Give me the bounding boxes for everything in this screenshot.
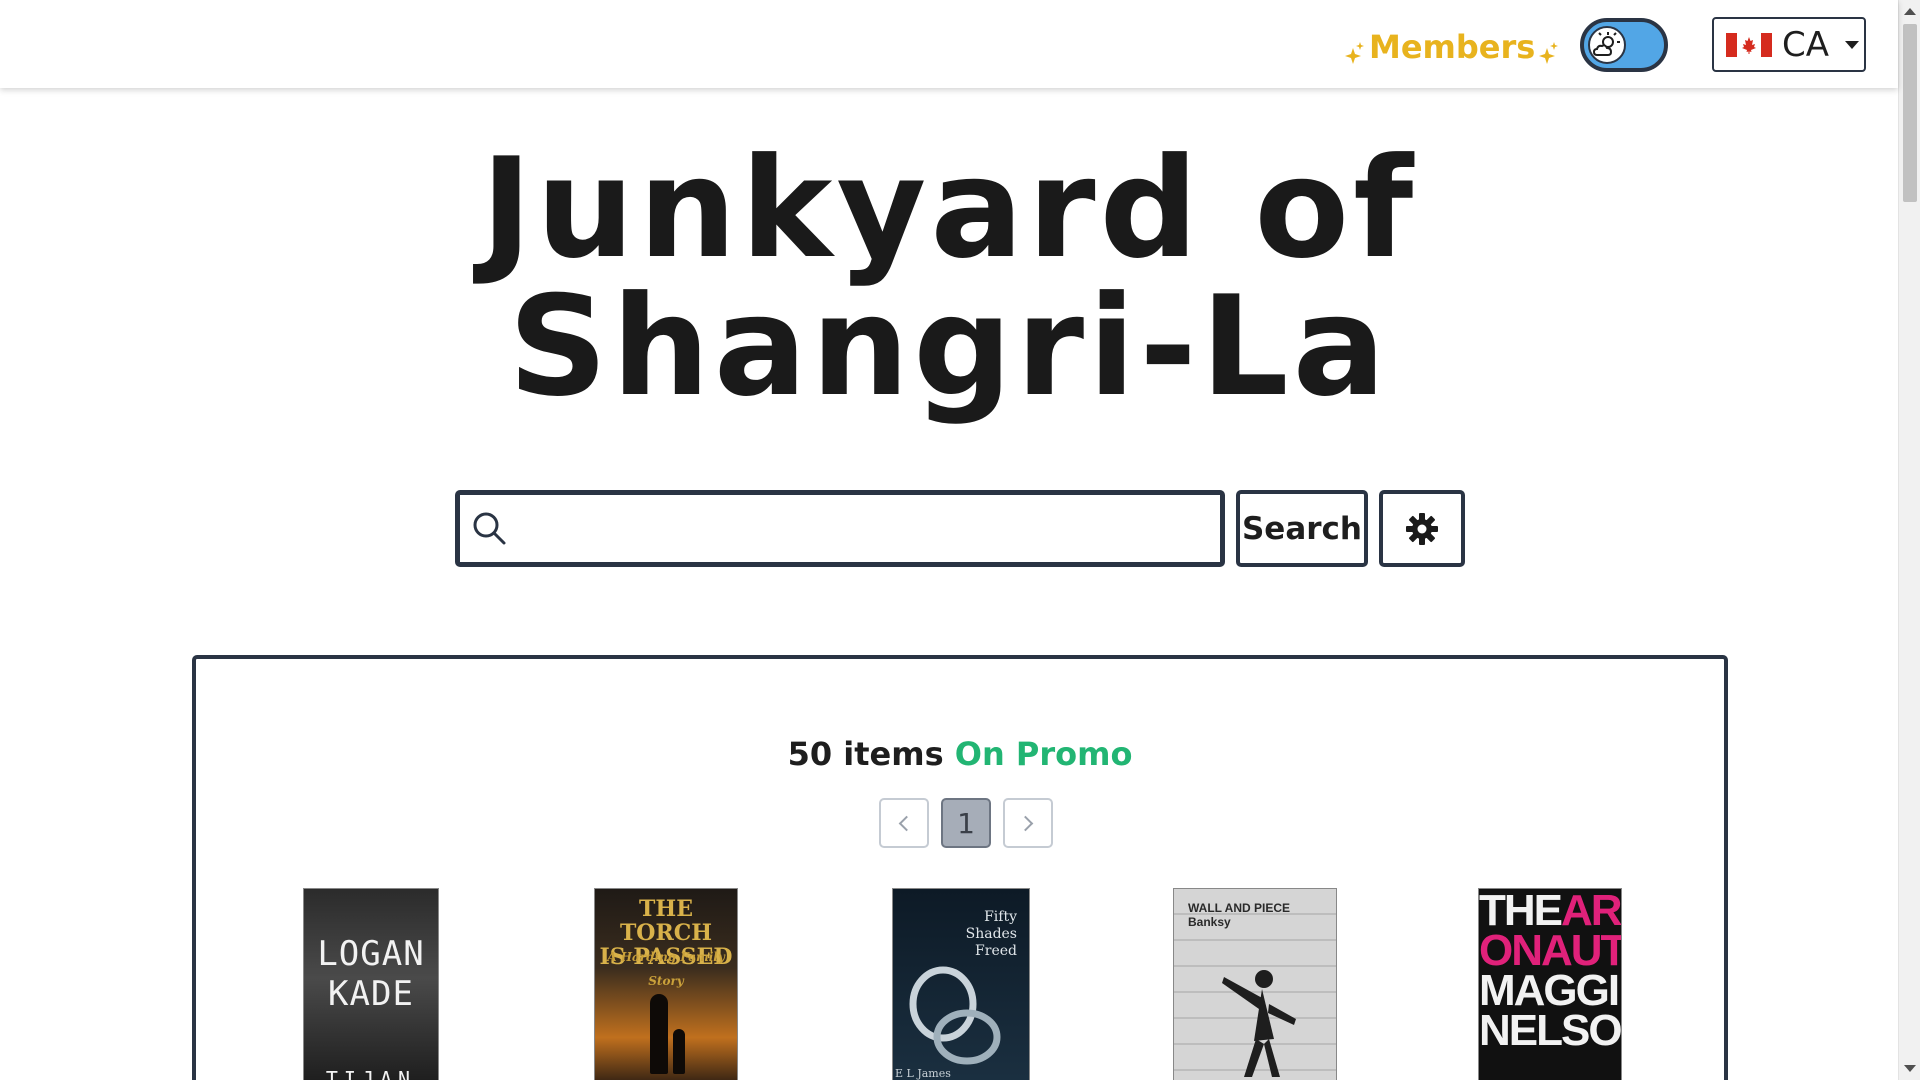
scroll-down-arrow-icon[interactable]	[1904, 1065, 1916, 1072]
toggle-knob	[1588, 26, 1626, 64]
book-cover-title: Fifty Shades Freed	[965, 909, 1017, 959]
sparkle-icon	[1345, 42, 1364, 64]
next-page-button[interactable]	[1003, 798, 1053, 848]
sparkle-icon	[1539, 42, 1559, 64]
page-scrollbar[interactable]	[1898, 0, 1920, 1080]
top-navigation-bar: Members CA	[0, 0, 1898, 88]
site-title: Junkyard of Shangri-La	[0, 140, 1898, 416]
pagination: 1	[879, 798, 1053, 848]
search-box	[455, 490, 1225, 567]
promo-accent: On Promo	[954, 735, 1133, 773]
theme-toggle[interactable]	[1580, 18, 1668, 72]
flower-thrower-figure	[1222, 970, 1296, 1077]
chevron-right-icon	[1017, 815, 1034, 831]
book-cover-title: THEARG ONAUTS MAGGIE NELSON	[1479, 888, 1621, 1055]
book-cover[interactable]: Fifty Shades Freed E L James	[892, 888, 1030, 1080]
settings-button[interactable]	[1379, 490, 1465, 567]
site-title-line2: Shangri-La	[508, 266, 1390, 427]
previous-page-button[interactable]	[879, 798, 929, 848]
scroll-up-arrow-icon[interactable]	[1904, 8, 1916, 15]
silhouette-figure	[650, 994, 668, 1074]
members-link[interactable]: Members	[1345, 24, 1559, 70]
canada-flag-icon	[1726, 32, 1772, 57]
book-cover-title: LOGAN KADE	[317, 934, 425, 1014]
site-title-line1: Junkyard of	[480, 128, 1418, 289]
book-cover[interactable]: LOGAN KADE TIJAN	[303, 888, 439, 1080]
book-cover-author: TIJAN	[325, 1067, 417, 1080]
caret-down-icon	[1845, 40, 1859, 49]
gear-icon	[1406, 512, 1438, 545]
sun-cloud-icon	[1593, 32, 1620, 56]
book-cover-title: WALL AND PIECE Banksy	[1188, 901, 1291, 929]
country-selector[interactable]: CA	[1712, 17, 1866, 72]
book-cover[interactable]: THE TORCH IS PASSED A Harding Family Sto…	[594, 888, 738, 1080]
promo-heading: 50 items On Promo	[196, 735, 1724, 773]
members-label: Members	[1369, 28, 1536, 66]
country-code: CA	[1782, 24, 1829, 65]
book-cover-author: E L James	[895, 1067, 951, 1080]
search-input[interactable]	[510, 495, 1220, 562]
book-cover[interactable]: THEARG ONAUTS MAGGIE NELSON	[1478, 888, 1622, 1080]
book-cover[interactable]: WALL AND PIECE Banksy	[1173, 888, 1337, 1080]
handcuffs-icon	[909, 966, 1001, 1065]
promo-count: 50 items	[787, 735, 944, 773]
silhouette-figure	[673, 1029, 685, 1074]
page-number-button[interactable]: 1	[941, 798, 991, 848]
chevron-left-icon	[898, 815, 915, 831]
scroll-thumb[interactable]	[1903, 24, 1917, 202]
search-icon	[473, 512, 506, 544]
search-button[interactable]: Search	[1236, 490, 1368, 567]
book-cover-subtitle: A Harding Family Story	[607, 950, 725, 988]
